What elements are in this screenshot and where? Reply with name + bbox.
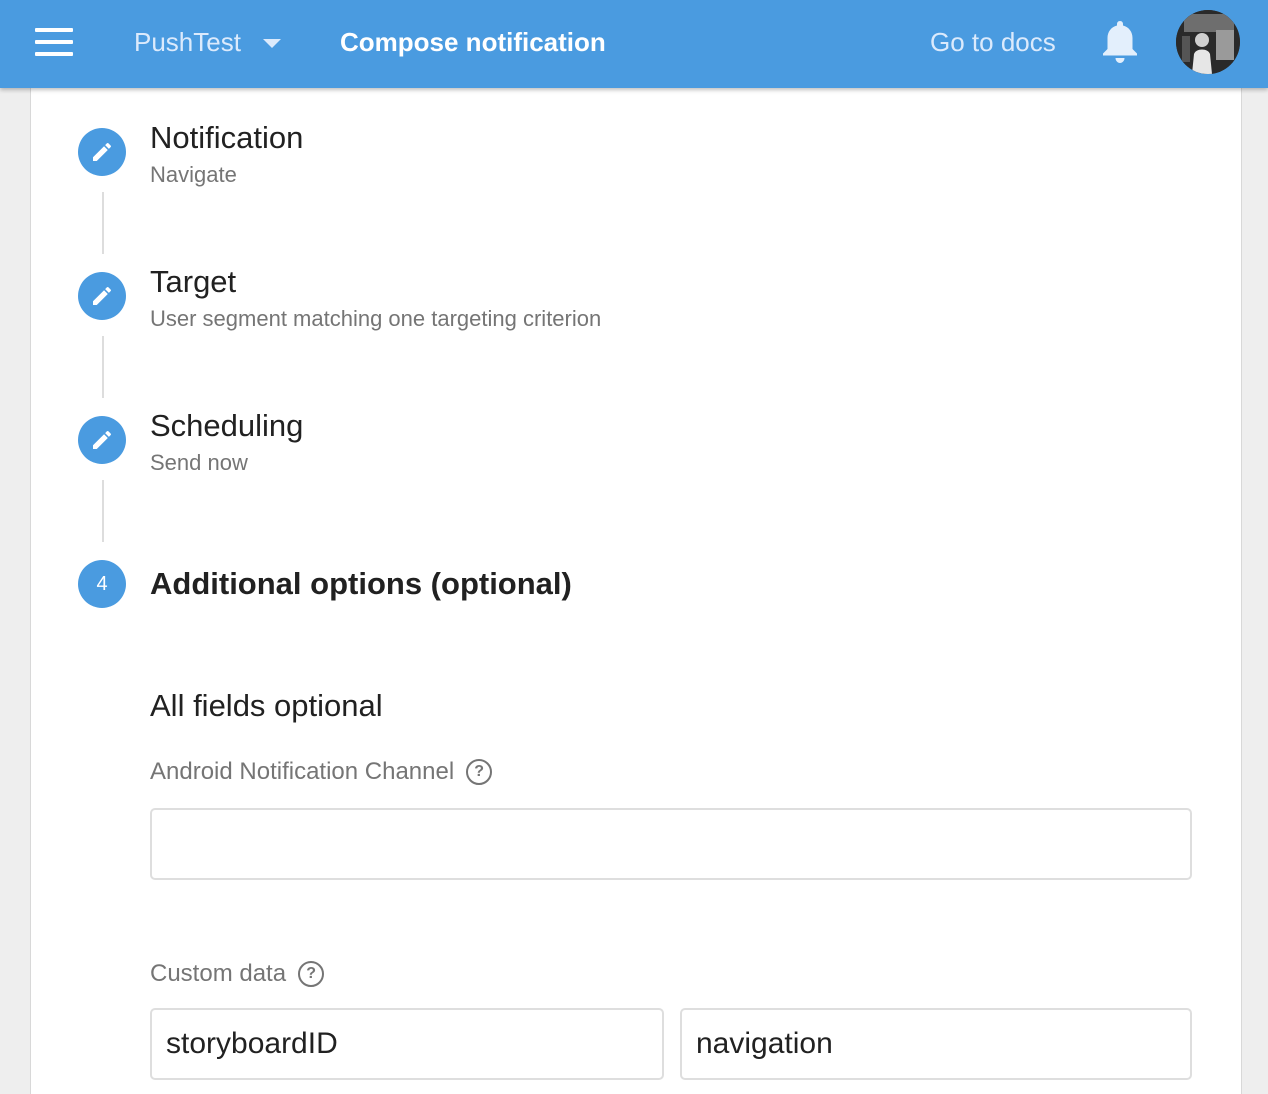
project-name: PushTest	[134, 26, 241, 57]
pencil-icon	[93, 430, 112, 449]
app-bar: PushTest Compose notification Go to docs	[0, 0, 1268, 88]
step-title-target: Target	[150, 264, 237, 299]
step-number: 4	[96, 572, 108, 595]
custom-data-value-input[interactable]: navigation	[680, 1008, 1192, 1080]
project-selector[interactable]: PushTest	[134, 22, 281, 62]
help-icon[interactable]: ?	[466, 759, 493, 785]
custom-data-label-text: Custom data	[150, 960, 287, 987]
step-summary-notification: Navigate	[150, 162, 237, 187]
options-heading: All fields optional	[150, 688, 383, 723]
caret-down-icon	[262, 38, 281, 48]
android-channel-input[interactable]	[150, 808, 1192, 880]
step-connector	[102, 336, 104, 398]
pencil-icon	[93, 286, 112, 305]
step-scheduling-edit-button[interactable]	[78, 416, 126, 464]
step-connector	[102, 192, 104, 254]
step-target-edit-button[interactable]	[78, 272, 126, 320]
step-title-additional-options: Additional options (optional)	[150, 566, 572, 601]
bell-icon[interactable]	[1100, 18, 1140, 64]
step-notification-edit-button[interactable]	[78, 128, 126, 176]
step-summary-target: User segment matching one targeting crit…	[150, 306, 602, 331]
step-summary-scheduling: Send now	[150, 450, 248, 475]
help-icon[interactable]: ?	[298, 961, 325, 987]
custom-data-key-input[interactable]: storyboardID	[150, 1008, 664, 1080]
android-channel-label: Android Notification Channel ?	[150, 758, 493, 786]
pencil-icon	[93, 142, 112, 161]
go-to-docs-link[interactable]: Go to docs	[930, 22, 1056, 62]
android-channel-label-text: Android Notification Channel	[150, 758, 455, 785]
avatar[interactable]	[1176, 10, 1240, 74]
page-title: Compose notification	[340, 27, 606, 57]
menu-icon[interactable]	[35, 28, 73, 56]
step-4-indicator: 4	[78, 560, 126, 608]
custom-data-label: Custom data ?	[150, 960, 325, 988]
step-title-notification: Notification	[150, 120, 304, 155]
step-connector	[102, 480, 104, 542]
step-title-scheduling: Scheduling	[150, 408, 304, 443]
